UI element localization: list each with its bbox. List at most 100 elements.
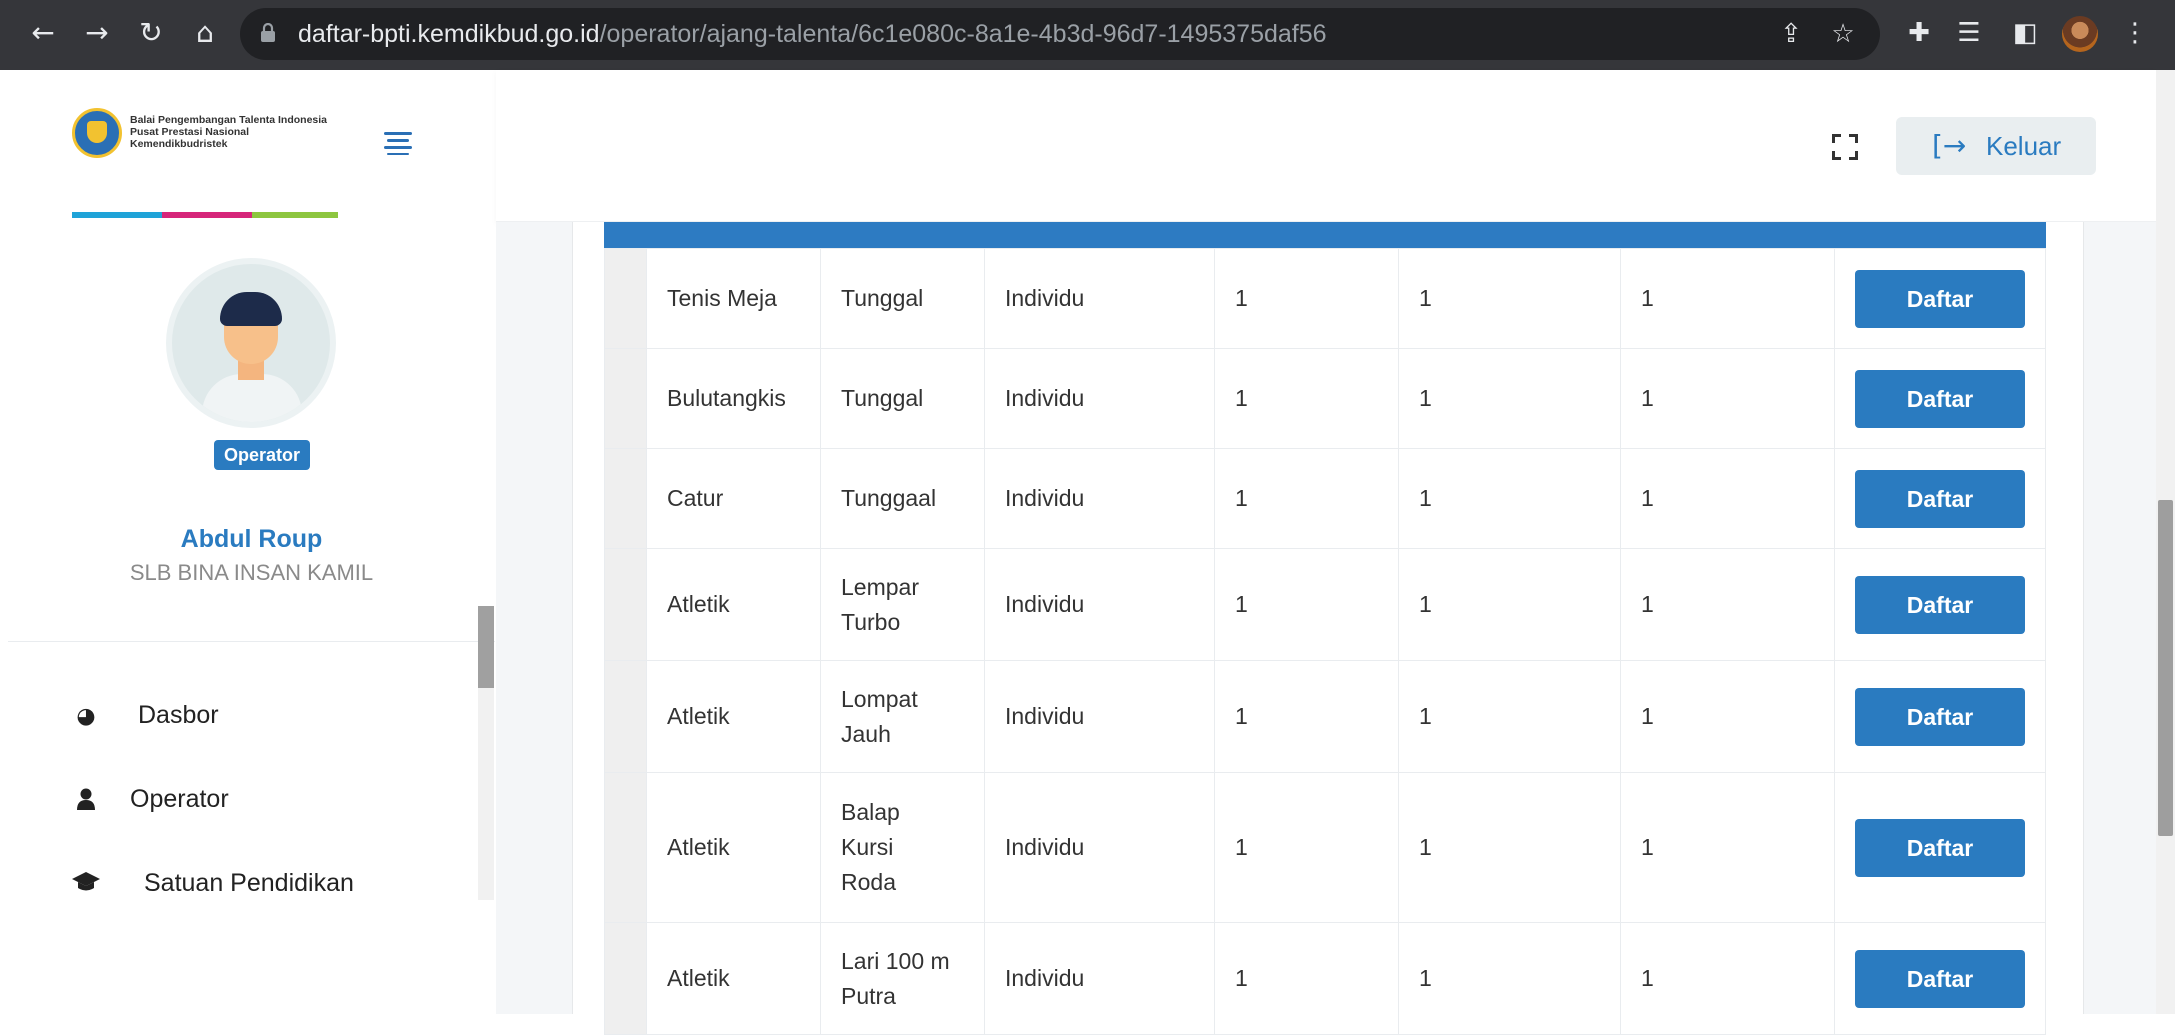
cell-value: 1: [1214, 772, 1399, 923]
daftar-button[interactable]: Daftar: [1855, 687, 2025, 746]
cell-cabang: Atletik: [646, 922, 821, 1035]
cell-value: 1: [1620, 448, 1835, 549]
logo[interactable]: Balai Pengembangan Talenta Indonesia Pus…: [72, 108, 352, 218]
cell-cabang: Catur: [646, 448, 821, 549]
lock-icon: [261, 23, 275, 42]
cell-nomor: Balap Kursi Roda: [820, 772, 985, 923]
cell-value: 1: [1398, 448, 1621, 549]
browser-toolbar: ← → ↻ ⌂ daftar-bpti.kemdikbud.go.id/oper…: [0, 0, 2175, 70]
daftar-button[interactable]: Daftar: [1855, 369, 2025, 428]
home-icon[interactable]: ⌂: [184, 12, 226, 54]
cell-value: 1: [1214, 660, 1399, 773]
avatar: [166, 258, 336, 428]
user-icon: [72, 787, 100, 815]
daftar-button[interactable]: Daftar: [1855, 469, 2025, 528]
user-school: SLB BINA INSAN KAMIL: [129, 560, 374, 585]
cell-value: 1: [1620, 348, 1835, 449]
table-header: [604, 222, 2046, 248]
logout-button[interactable]: [→ Keluar: [1896, 117, 2096, 175]
cell-cabang: Atletik: [646, 772, 821, 923]
fullscreen-icon[interactable]: [1832, 134, 1858, 160]
logout-icon: [→: [1932, 129, 1967, 162]
url-path: /operator/ajang-talenta/6c1e080c-8a1e-4b…: [599, 20, 1327, 48]
table-row: Atletik Balap Kursi Roda Individu 1 1 1 …: [604, 772, 2046, 923]
reload-icon[interactable]: ↻: [130, 12, 172, 54]
table-row: Tenis Meja Tunggal Individu 1 1 1 Daftar: [604, 248, 2046, 349]
logo-line-2: Pusat Prestasi Nasional: [130, 126, 250, 138]
logo-text: Balai Pengembangan Talenta Indonesia Pus…: [130, 114, 327, 150]
cell-value: 1: [1620, 248, 1835, 349]
forward-icon[interactable]: →: [76, 12, 118, 54]
table-row: Atletik Lompat Jauh Individu 1 1 1 Dafta…: [604, 660, 2046, 773]
daftar-button[interactable]: Daftar: [1855, 575, 2025, 634]
cell-value: 1: [1398, 660, 1621, 773]
cell-value: 1: [1214, 548, 1399, 661]
page-scrollbar[interactable]: [2156, 70, 2175, 1014]
table-row: Catur Tunggaal Individu 1 1 1 Daftar: [604, 448, 2046, 549]
sidebar-menu: ◕ Dasbor Operator Satuan Pendidikan: [8, 675, 495, 900]
table-row: Bulutangkis Tunggal Individu 1 1 1 Dafta…: [604, 348, 2046, 449]
extensions-icon[interactable]: ✚: [1900, 14, 1938, 52]
cell-nomor: Lari 100 m Putra: [820, 922, 985, 1035]
cell-value: 1: [1620, 772, 1835, 923]
graduation-cap-icon: [72, 871, 100, 899]
cell-nomor: Lompat Jauh: [820, 660, 985, 773]
top-header: [→ Keluar: [496, 70, 2156, 222]
cell-value: 1: [1398, 348, 1621, 449]
cell-value: 1: [1398, 248, 1621, 349]
cell-value: 1: [1214, 448, 1399, 549]
ajang-talenta-table: Tenis Meja Tunggal Individu 1 1 1 Daftar…: [604, 248, 2046, 1035]
cell-jenis: Individu: [984, 772, 1215, 923]
logo-line-3: Kemendikbudristek: [130, 138, 228, 150]
cell-value: 1: [1398, 772, 1621, 923]
sidebar-item-label: Dasbor: [138, 701, 219, 729]
reading-list-icon[interactable]: ☰: [1950, 14, 1988, 52]
cell-value: 1: [1620, 922, 1835, 1035]
cell-jenis: Individu: [984, 660, 1215, 773]
back-icon[interactable]: ←: [22, 12, 64, 54]
sidebar-item-label: Satuan Pendidikan: [144, 869, 354, 897]
table-row: Atletik Lempar Turbo Individu 1 1 1 Daft…: [604, 548, 2046, 661]
dashboard-icon: ◕: [76, 704, 96, 729]
logo-bar-pink: [162, 212, 252, 218]
cell-jenis: Individu: [984, 248, 1215, 349]
cell-cabang: Atletik: [646, 660, 821, 773]
sidebar-item-label: Operator: [130, 785, 229, 813]
logo-line-1: Balai Pengembangan Talenta Indonesia: [130, 114, 328, 126]
cell-value: 1: [1214, 248, 1399, 349]
side-panel-icon[interactable]: ◧: [2006, 14, 2044, 52]
sidebar-scrollbar[interactable]: [478, 606, 494, 900]
cell-nomor: Tunggaal: [820, 448, 985, 549]
cell-nomor: Tunggal: [820, 348, 985, 449]
cell-jenis: Individu: [984, 922, 1215, 1035]
cell-value: 1: [1398, 922, 1621, 1035]
cell-cabang: Tenis Meja: [646, 248, 821, 349]
cell-value: 1: [1214, 348, 1399, 449]
cell-jenis: Individu: [984, 348, 1215, 449]
logo-bar-blue: [72, 212, 162, 218]
cell-jenis: Individu: [984, 548, 1215, 661]
sidebar-divider: [8, 641, 495, 642]
cell-cabang: Atletik: [646, 548, 821, 661]
daftar-button[interactable]: Daftar: [1855, 949, 2025, 1008]
cell-value: 1: [1398, 548, 1621, 661]
cell-nomor: Tunggal: [820, 248, 985, 349]
cell-value: 1: [1620, 660, 1835, 773]
daftar-button[interactable]: Daftar: [1855, 269, 2025, 328]
kemdikbud-seal-icon: [72, 108, 122, 158]
role-badge: Operator: [214, 440, 311, 470]
url-domain: daftar-bpti.kemdikbud.go.id: [298, 20, 600, 48]
bookmark-star-icon[interactable]: ☆: [1826, 17, 1860, 51]
menu-kebab-icon[interactable]: ⋮: [2116, 14, 2154, 52]
cell-cabang: Bulutangkis: [646, 348, 821, 449]
cell-nomor: Lempar Turbo: [820, 548, 985, 661]
sidebar: Balai Pengembangan Talenta Indonesia Pus…: [8, 70, 495, 1014]
cell-jenis: Individu: [984, 448, 1215, 549]
share-icon[interactable]: ⇪: [1774, 17, 1808, 51]
browser-profile-avatar[interactable]: [2062, 16, 2098, 52]
daftar-button[interactable]: Daftar: [1855, 818, 2025, 877]
user-name: Abdul Roup: [180, 525, 323, 553]
address-bar[interactable]: daftar-bpti.kemdikbud.go.id/operator/aja…: [240, 8, 1880, 60]
logo-bar-green: [252, 212, 338, 218]
hamburger-menu-icon[interactable]: [384, 132, 412, 155]
